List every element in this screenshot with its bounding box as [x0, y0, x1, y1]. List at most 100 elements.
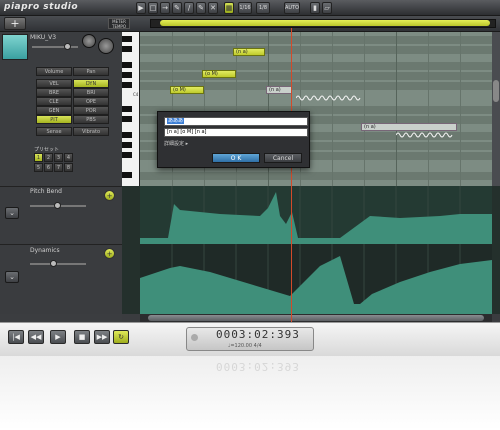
- beat-line: [428, 32, 429, 186]
- quantize-select[interactable]: 1/16: [238, 2, 252, 14]
- preset-button[interactable]: 7: [54, 163, 63, 172]
- dynamics-slider-knob[interactable]: [50, 260, 57, 267]
- snap-icon[interactable]: ▱: [322, 2, 332, 14]
- note[interactable]: (n a): [233, 48, 265, 56]
- dynamics-slider[interactable]: [30, 263, 86, 265]
- pan-knob-icon[interactable]: [82, 34, 96, 48]
- tempo-readout: ♩=120.00 4/4: [228, 343, 262, 349]
- param-button-vel[interactable]: VEL: [36, 79, 72, 88]
- vibrato-button[interactable]: Vibrato: [73, 127, 109, 136]
- gear-icon[interactable]: [98, 38, 114, 54]
- param-button-bre[interactable]: BRE: [36, 88, 72, 97]
- param-button-pit[interactable]: PIT: [36, 115, 72, 124]
- note[interactable]: (o M): [170, 86, 204, 94]
- singer-avatar[interactable]: [2, 34, 28, 60]
- volume-slider[interactable]: [32, 46, 78, 48]
- playhead-marker[interactable]: [291, 28, 292, 322]
- black-key[interactable]: [122, 106, 132, 112]
- black-key[interactable]: [122, 46, 132, 52]
- sense-button[interactable]: Sense: [36, 127, 72, 136]
- preset-button[interactable]: 3: [54, 153, 63, 162]
- piano-keyboard[interactable]: C4: [122, 32, 140, 186]
- param-button-cle[interactable]: CLE: [36, 97, 72, 106]
- vertical-scrollbar[interactable]: [492, 32, 500, 186]
- black-key[interactable]: [122, 172, 132, 178]
- phoneme-input[interactable]: [n a] [o M] [n a]: [164, 128, 308, 137]
- grid-icon[interactable]: ▦: [224, 2, 234, 14]
- black-key[interactable]: [122, 82, 132, 88]
- skip-to-start-icon[interactable]: |◀: [8, 330, 24, 344]
- black-key[interactable]: [122, 116, 132, 122]
- preset-button[interactable]: 4: [64, 153, 73, 162]
- param-button-ope[interactable]: OPE: [73, 97, 109, 106]
- beat-line: [364, 32, 365, 186]
- eraser-tool-button[interactable]: ✕: [208, 2, 218, 14]
- cursor-tool-button[interactable]: →: [160, 2, 170, 14]
- black-key[interactable]: [122, 142, 132, 148]
- metronome-icon[interactable]: [191, 334, 198, 341]
- param-button-bri[interactable]: BRI: [73, 88, 109, 97]
- preset-button[interactable]: 1: [34, 153, 43, 162]
- timeline-overview-thumb[interactable]: [160, 20, 490, 26]
- note[interactable]: (n a): [361, 123, 457, 131]
- lyric-input[interactable]: あああ: [164, 117, 308, 126]
- black-key[interactable]: [122, 152, 132, 158]
- automation-curves[interactable]: [140, 186, 492, 314]
- param-button-pbs[interactable]: PBS: [73, 115, 109, 124]
- volume-slider-knob[interactable]: [64, 43, 71, 50]
- preset-button[interactable]: 6: [44, 163, 53, 172]
- dynamics-add-button[interactable]: +: [104, 248, 115, 259]
- line-tool-button[interactable]: /: [184, 2, 194, 14]
- chevron-down-icon[interactable]: ⌄: [5, 271, 19, 283]
- black-key[interactable]: [122, 132, 132, 138]
- pitch-bend-label: Pitch Bend: [30, 188, 62, 195]
- vertical-scroll-thumb[interactable]: [493, 80, 499, 102]
- timecode-reflection: 0003:02:393: [216, 360, 300, 373]
- black-key[interactable]: [122, 36, 132, 42]
- pitch-bend-slider-knob[interactable]: [54, 202, 61, 209]
- timecode: 0003:02:393: [216, 328, 300, 341]
- main-window: piapro studio ▶ □ → ✎ / ✎ ✕ ▦ 1/16 1/8 A…: [0, 0, 500, 322]
- black-key[interactable]: [122, 62, 132, 68]
- ok-button[interactable]: O K: [212, 153, 260, 163]
- brush-tool-button[interactable]: ✎: [196, 2, 206, 14]
- note[interactable]: (n a): [266, 86, 292, 94]
- roll-lane: [140, 72, 492, 80]
- pitch-bend-add-button[interactable]: +: [104, 190, 115, 201]
- toggle-icon[interactable]: ▮: [310, 2, 320, 14]
- dynamics-label: Dynamics: [30, 247, 60, 254]
- note[interactable]: (o M): [202, 70, 236, 78]
- horizontal-scroll-thumb[interactable]: [148, 315, 484, 321]
- auto-button[interactable]: AUTO: [284, 2, 300, 14]
- pan-tab[interactable]: Pan: [73, 67, 109, 76]
- preset-button[interactable]: 5: [34, 163, 43, 172]
- chevron-down-icon[interactable]: ⌄: [5, 207, 19, 219]
- add-track-button[interactable]: +: [4, 17, 26, 30]
- stop-icon[interactable]: ■: [74, 330, 90, 344]
- reflection: 0003:02:393: [0, 356, 500, 430]
- rewind-icon[interactable]: ◀◀: [28, 330, 44, 344]
- volume-tab[interactable]: Volume: [36, 67, 72, 76]
- loop-icon[interactable]: ↻: [113, 330, 129, 344]
- preset-button[interactable]: 8: [64, 163, 73, 172]
- bar-line: [396, 32, 397, 186]
- param-button-gen[interactable]: GEN: [36, 106, 72, 115]
- param-button-por[interactable]: POR: [73, 106, 109, 115]
- black-key[interactable]: [122, 72, 132, 78]
- app-logo: piapro studio: [4, 2, 79, 12]
- fast-forward-icon[interactable]: ▶▶: [94, 330, 110, 344]
- pencil-tool-button[interactable]: ✎: [172, 2, 182, 14]
- pointer-tool-button[interactable]: ▶: [136, 2, 146, 14]
- meter-tempo-button[interactable]: METER TEMPO: [108, 18, 130, 29]
- preset-button[interactable]: 2: [44, 153, 53, 162]
- vibrato-icon: [396, 132, 453, 138]
- cancel-button[interactable]: Cancel: [264, 153, 302, 163]
- preset-label: プリセット: [34, 147, 60, 153]
- detail-settings-label[interactable]: 詳細設定 ▸: [164, 140, 188, 147]
- select-tool-button[interactable]: □: [148, 2, 158, 14]
- note-length-select[interactable]: 1/8: [256, 2, 270, 14]
- track-header-bar: + METER TEMPO: [0, 16, 500, 32]
- beat-line: [332, 32, 333, 186]
- play-icon[interactable]: ▶: [50, 330, 66, 344]
- param-button-dyn[interactable]: DYN: [73, 79, 109, 88]
